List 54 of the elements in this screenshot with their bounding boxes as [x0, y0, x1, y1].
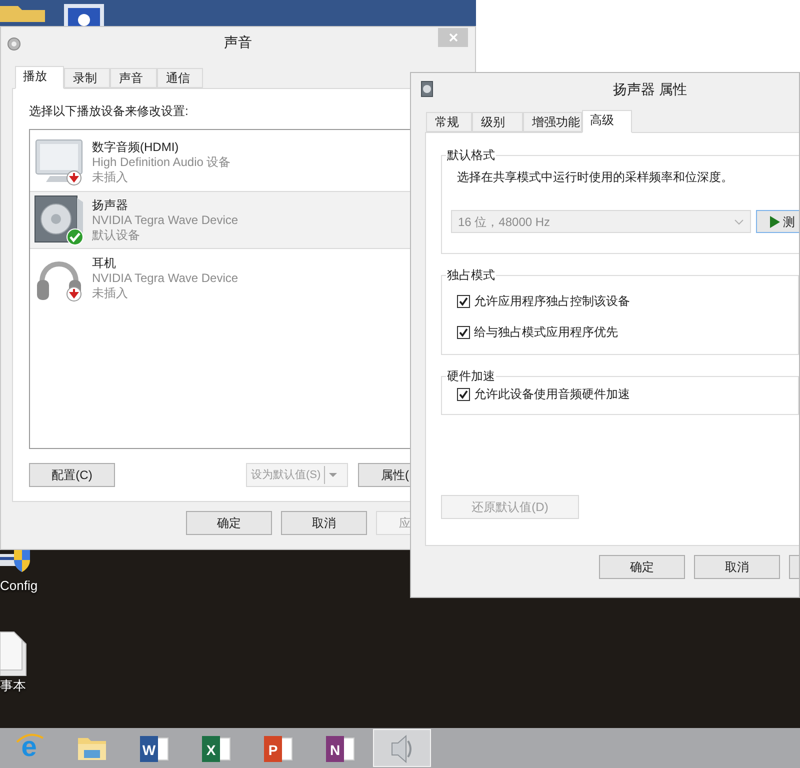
button[interactable]: 取消	[694, 555, 780, 579]
button[interactable]: 确定	[599, 555, 685, 579]
button[interactable]: 确定	[186, 511, 272, 535]
test-button[interactable]: 测	[756, 210, 799, 233]
checkbox[interactable]	[457, 294, 470, 308]
icon-label[interactable]: 事本	[0, 678, 26, 694]
taskbar-item[interactable]: W	[125, 729, 183, 767]
group-title: 硬件加速	[446, 368, 496, 385]
window-title: 声音	[224, 32, 252, 52]
checkbox[interactable]	[457, 326, 470, 338]
device-name: 数字音频(HDMI)	[92, 140, 180, 154]
tab[interactable]: 录制	[64, 68, 110, 88]
group-title: 默认格式	[446, 147, 496, 164]
device-status: 默认设备	[92, 228, 141, 242]
tab[interactable]: 通信	[157, 68, 203, 88]
group-title: 独占模式	[446, 267, 496, 284]
icon-label[interactable]: Config	[0, 578, 38, 594]
checkbox[interactable]	[457, 388, 470, 400]
device-driver: NVIDIA Tegra Wave Device	[92, 212, 238, 228]
tab[interactable]: 级别	[472, 112, 523, 132]
device-name: 耳机	[92, 256, 117, 270]
window-title: 扬声器 属性	[613, 80, 687, 98]
checkmark-icon	[459, 296, 468, 306]
device-status: 未插入	[92, 286, 129, 300]
button-label: 设为默认值(S)	[250, 468, 322, 483]
taskbar-item[interactable]: N	[311, 729, 369, 767]
taskbar-item[interactable]: X	[187, 729, 245, 767]
checkbox-label: 允许此设备使用音频硬件加速	[474, 386, 630, 403]
button-label: 测	[783, 214, 795, 230]
close-button[interactable]	[438, 28, 468, 47]
tab[interactable]: 常规	[426, 112, 472, 132]
taskbar-item[interactable]	[373, 729, 431, 767]
tab[interactable]: 声音	[110, 68, 157, 88]
tab[interactable]: 增强功能	[523, 112, 582, 132]
device-name: 扬声器	[92, 198, 129, 212]
checkmark-icon	[459, 328, 468, 336]
device-driver: High Definition Audio 设备	[92, 154, 231, 170]
tab[interactable]: 播放	[15, 66, 64, 89]
play-icon	[769, 216, 781, 228]
description-text: 选择在共享模式中运行时使用的采样频率和位深度。	[457, 169, 734, 186]
button[interactable]	[789, 555, 799, 579]
checkbox-label: 给与独占模式应用程序优先	[474, 324, 618, 341]
instruction-text: 选择以下播放设备来修改设置:	[29, 103, 190, 120]
button[interactable]: 配置(C)	[29, 463, 115, 487]
taskbar-item[interactable]: P	[249, 729, 307, 767]
document-stack-icon	[0, 630, 28, 676]
device-status: 未插入	[92, 170, 129, 184]
checkbox-label: 允许应用程序独占控制该设备	[474, 293, 630, 310]
close-icon	[448, 33, 458, 42]
device-driver: NVIDIA Tegra Wave Device	[92, 270, 238, 286]
tab[interactable]: 高级	[582, 110, 632, 133]
chevron-down-icon	[734, 218, 744, 224]
button[interactable]: 取消	[281, 511, 367, 535]
checkmark-icon	[459, 390, 468, 398]
